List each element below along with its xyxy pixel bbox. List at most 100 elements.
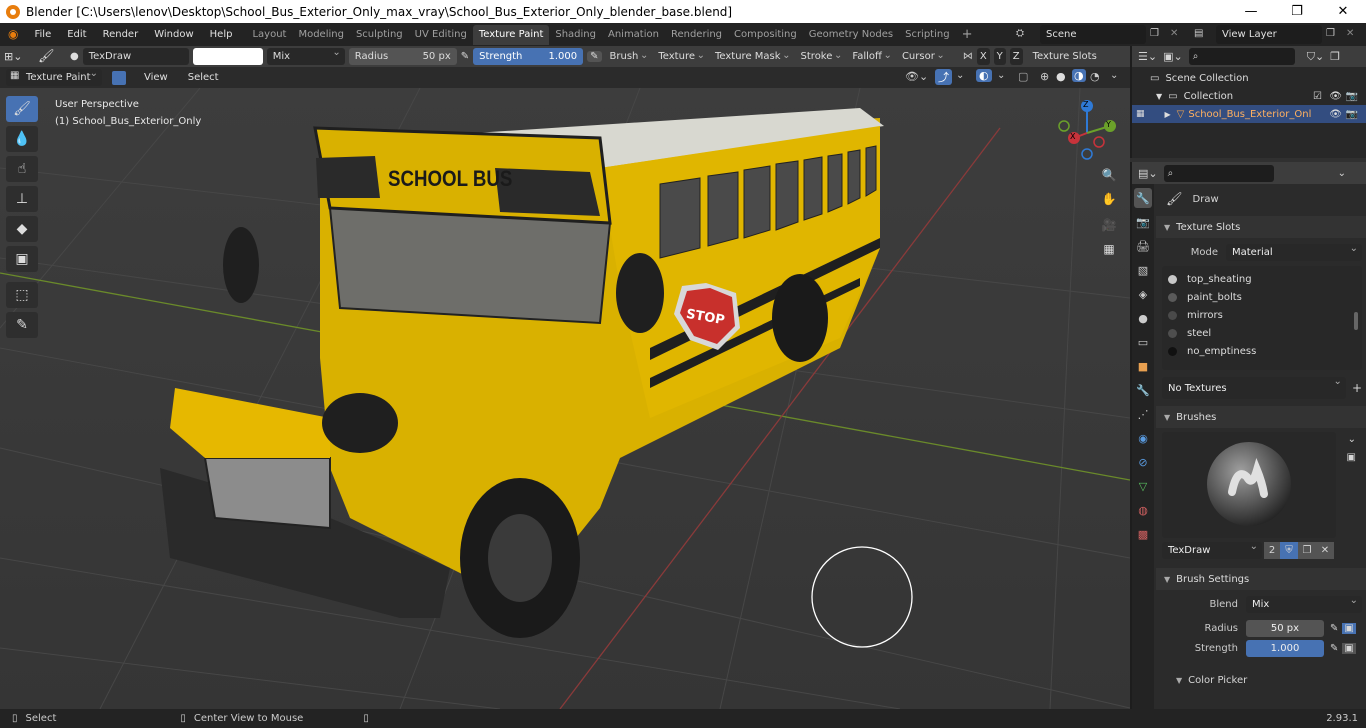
maximize-button[interactable]: ❐ [1274, 0, 1320, 23]
tab-texture-icon[interactable]: ▩ [1134, 524, 1152, 544]
outliner-collection[interactable]: ▼ ▭ Collection ☑ 👁 📷 [1132, 87, 1366, 105]
shading-material-icon[interactable]: ● [1056, 70, 1066, 83]
strength-slider[interactable]: Strength 1.000 [473, 48, 584, 65]
brush-name-field[interactable]: TexDraw [82, 48, 189, 65]
menu-texture-mask[interactable]: Texture Mask [711, 47, 793, 65]
brushes-panel-header[interactable]: ▼ Brushes [1156, 406, 1366, 428]
mode-dropdown-field[interactable]: Material [1226, 243, 1362, 261]
color-picker-subpanel-header[interactable]: ▼ Color Picker [1156, 670, 1366, 690]
view-layer-icon[interactable]: ▤ [1194, 28, 1203, 39]
radius-slider[interactable]: Radius 50 px [348, 48, 457, 65]
tab-collection-icon[interactable]: ▭ [1134, 332, 1152, 352]
shading-solid-icon[interactable]: ⊕ [1040, 70, 1049, 83]
tab-view-layer-icon[interactable]: ▧ [1134, 260, 1152, 280]
brush-name-datablock[interactable]: TexDraw [1162, 541, 1262, 559]
outliner-object-row[interactable]: ▦ ▶ ▽ School_Bus_Exterior_Onl 👁 📷 [1132, 105, 1366, 123]
brush-image-icon[interactable]: ▣ [1347, 452, 1356, 463]
delete-view-layer-icon[interactable]: ✕ [1346, 28, 1354, 39]
expand-arrow-icon[interactable]: ▼ [1156, 92, 1162, 101]
delete-scene-icon[interactable]: ✕ [1170, 28, 1178, 39]
list-item[interactable]: top_sheating [1162, 270, 1362, 288]
fake-user-shield-icon[interactable]: ⛨ [1280, 541, 1298, 559]
smear-tool-icon[interactable]: ☝ [6, 156, 38, 182]
pan-hand-icon[interactable]: ✋ [1098, 188, 1120, 210]
tab-uv-editing[interactable]: UV Editing [409, 25, 473, 45]
tab-scripting[interactable]: Scripting [899, 25, 955, 45]
menu-file[interactable]: File [26, 23, 59, 46]
fill-tool-icon[interactable]: ◆ [6, 216, 38, 242]
radius-pressure-icon[interactable]: ✎ [461, 51, 469, 62]
clone-tool-icon[interactable]: ⊥ [6, 186, 38, 212]
brush-settings-panel-header[interactable]: ▼ Brush Settings [1156, 568, 1366, 590]
brush-color-swatch[interactable] [192, 48, 263, 65]
menu-select[interactable]: Select [180, 67, 227, 88]
object-render-icon[interactable]: 📷 [1346, 109, 1358, 120]
add-workspace-icon[interactable]: + [956, 25, 979, 45]
brush-browse-icon[interactable]: ● [70, 51, 79, 62]
duplicate-brush-icon[interactable]: ❐ [1298, 541, 1316, 559]
tab-scene-icon[interactable]: ◈ [1134, 284, 1152, 304]
tab-modeling[interactable]: Modeling [292, 25, 350, 45]
tab-object-icon[interactable]: ■ [1134, 356, 1152, 376]
xray-dropdown-icon[interactable]: ⌄ [997, 70, 1005, 81]
menu-window[interactable]: Window [146, 23, 201, 46]
object-visibility-icon[interactable]: 👁 [1329, 109, 1342, 120]
tab-physics-icon[interactable]: ◉ [1134, 428, 1152, 448]
shading-rendered-icon[interactable]: ◔ [1090, 70, 1100, 83]
soften-tool-icon[interactable]: 💧 [6, 126, 38, 152]
tab-sculpting[interactable]: Sculpting [350, 25, 409, 45]
outliner-search-field[interactable]: ⌕ [1188, 48, 1295, 65]
overlay-toggle-icon[interactable]: ⤴ [935, 69, 952, 85]
texture-slots-popover[interactable]: Texture Slots [1027, 48, 1103, 65]
strength-pressure-icon[interactable]: ✎ [587, 51, 602, 62]
radius-field[interactable]: 50 px [1246, 619, 1324, 637]
list-item[interactable]: paint_bolts [1162, 288, 1362, 306]
tab-texture-paint[interactable]: Texture Paint [472, 24, 550, 45]
radius-pressure-toggle-icon[interactable]: ✎ [1330, 623, 1338, 634]
outliner-editor-icon[interactable]: ☰⌄ [1138, 50, 1157, 63]
list-scrollbar[interactable] [1354, 312, 1358, 330]
zoom-icon[interactable]: 🔍 [1098, 164, 1120, 186]
unlink-brush-icon[interactable]: ✕ [1316, 541, 1334, 559]
mode-dropdown[interactable]: ▦ Texture Paint [6, 68, 102, 86]
menu-edit[interactable]: Edit [59, 23, 94, 46]
list-item[interactable]: steel [1162, 324, 1362, 342]
tab-material-icon[interactable]: ◍ [1134, 500, 1152, 520]
tab-geometry-nodes[interactable]: Geometry Nodes [803, 25, 899, 45]
editor-type-icon[interactable]: ⊞⌄ [4, 50, 34, 63]
expand-arrow-icon[interactable]: ▶ [1165, 110, 1171, 119]
ortho-grid-icon[interactable]: ▦ [1098, 238, 1120, 260]
tab-rendering[interactable]: Rendering [665, 25, 728, 45]
draw-tool-icon[interactable]: 🖌 [6, 96, 38, 122]
tab-compositing[interactable]: Compositing [728, 25, 803, 45]
mirror-z-toggle[interactable]: Z [1009, 48, 1023, 65]
camera-view-icon[interactable]: 🎥 [1098, 214, 1120, 236]
tab-animation[interactable]: Animation [602, 25, 665, 45]
texture-selector-field[interactable]: No Textures [1162, 376, 1346, 399]
add-texture-icon[interactable]: + [1352, 381, 1362, 395]
strength-pressure-toggle-icon[interactable]: ✎ [1330, 643, 1338, 654]
mask-tool-icon[interactable]: ▣ [6, 246, 38, 272]
new-collection-icon[interactable]: ❐ [1330, 50, 1340, 63]
mirror-y-toggle[interactable]: Y [993, 48, 1006, 65]
collection-visibility-icon[interactable]: 👁 [1329, 91, 1342, 102]
tab-layout[interactable]: Layout [246, 25, 292, 45]
tab-tool-icon[interactable]: 🔧 [1134, 188, 1152, 208]
brush-preview[interactable]: ⌄ ▣ [1162, 432, 1356, 538]
shading-lookdev-icon[interactable]: ◑ [1072, 69, 1086, 82]
xray-toggle-icon[interactable]: ◐ [976, 69, 992, 82]
view-layer-selector[interactable]: View Layer [1216, 25, 1322, 44]
outliner-display-icon[interactable]: ▣⌄ [1163, 50, 1183, 63]
menu-brush[interactable]: Brush [606, 47, 651, 65]
scene-type-icon[interactable]: ⛭ [1016, 28, 1024, 39]
radius-unit-toggle-icon[interactable]: ▣ [1342, 622, 1356, 634]
properties-editor-icon[interactable]: ▤⌄ [1138, 167, 1158, 180]
new-scene-icon[interactable]: ❐ [1150, 28, 1159, 39]
tab-data-icon[interactable]: ▽ [1134, 476, 1152, 496]
overlay-dropdown-icon[interactable]: ⌄ [956, 70, 964, 81]
list-item[interactable]: mirrors [1162, 306, 1362, 324]
list-item[interactable]: no_emptiness [1162, 342, 1362, 360]
paint-mask-icon[interactable] [112, 70, 126, 85]
properties-search-field[interactable]: ⌕ [1163, 164, 1274, 182]
menu-texture[interactable]: Texture [654, 47, 707, 65]
